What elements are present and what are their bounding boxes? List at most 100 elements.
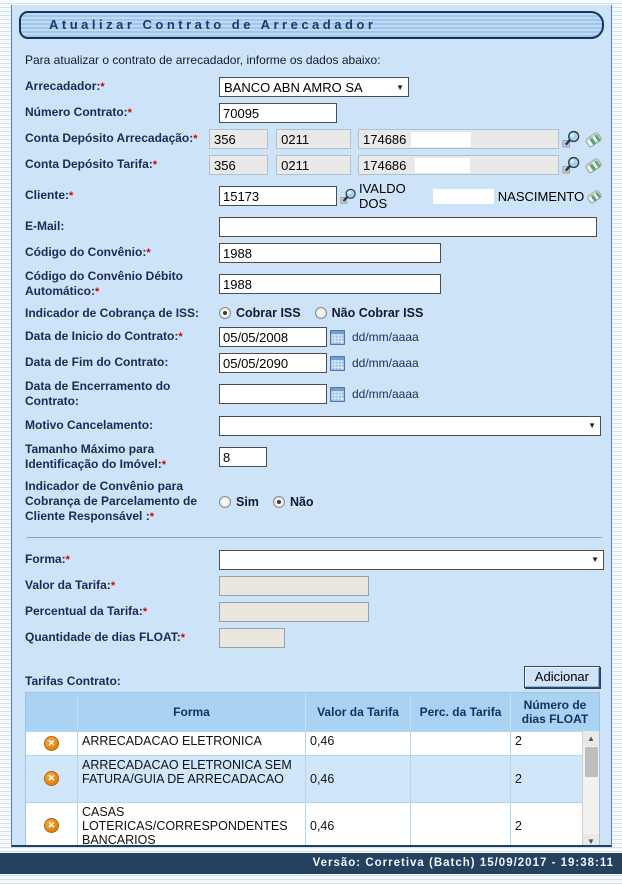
eraser-icon[interactable] [583, 156, 604, 175]
cell-valor: 0,46 [306, 755, 411, 802]
codigo-convenio-debito-input[interactable] [219, 274, 441, 294]
cliente-label: Cliente: [25, 188, 69, 202]
delete-row-icon[interactable]: ✕ [44, 818, 59, 833]
percentual-tarifa-label: Percentual da Tarifa: [25, 604, 143, 618]
cell-forma: ARRECADACAO ELETRONICA [78, 731, 306, 755]
delete-row-icon[interactable]: ✕ [44, 771, 59, 786]
arrecadador-selected-value: BANCO ABN AMRO SA [224, 80, 363, 95]
date-format-hint: dd/mm/aaaa [352, 356, 419, 370]
section-divider [27, 537, 602, 538]
form-row: Indicador de Cobrança de ISS: Cobrar ISS… [25, 306, 604, 321]
forma-select[interactable]: ▼ [219, 550, 604, 570]
required-star: * [150, 511, 154, 523]
chevron-down-icon: ▼ [396, 83, 404, 92]
radio-parcelamento-sim-label: Sim [236, 495, 259, 509]
codigo-convenio-input[interactable] [219, 243, 441, 263]
adicionar-button[interactable]: Adicionar [524, 666, 600, 688]
conta-arrecadacao-label: Conta Depósito Arrecadação: [25, 131, 193, 145]
forma-label: Forma: [25, 552, 66, 566]
conta-tarifa-agencia: 0211 [276, 155, 351, 175]
cell-perc [411, 755, 511, 802]
chevron-down-icon: ▼ [591, 555, 599, 564]
tamanho-maximo-label: Tamanho Máximo para Identificação do Imó… [25, 442, 162, 471]
data-inicio-input[interactable] [219, 327, 327, 347]
valor-tarifa-input [219, 576, 369, 596]
form-row: Arrecadador:* BANCO ABN AMRO SA ▼ [25, 77, 604, 97]
search-icon[interactable] [562, 156, 581, 175]
cliente-nome: IVALDO DOS [359, 181, 429, 211]
numero-contrato-input[interactable] [219, 103, 337, 123]
radio-parcelamento-nao-label: Não [290, 495, 314, 509]
motivo-cancelamento-label: Motivo Cancelamento: [25, 418, 153, 432]
radio-parcelamento-nao[interactable] [273, 496, 285, 508]
header-valor: Valor da Tarifa [306, 693, 411, 731]
required-star: * [69, 190, 73, 202]
radio-nao-cobrar-iss-label: Não Cobrar ISS [332, 306, 424, 320]
form-row: Motivo Cancelamento: ▼ [25, 416, 604, 436]
tarifas-table: Forma Valor da Tarifa Perc. da Tarifa Nú… [25, 692, 600, 847]
form-row: Código do Convênio Débito Automático:* [25, 269, 604, 300]
scroll-up-icon[interactable]: ▲ [583, 731, 599, 746]
codigo-convenio-debito-label: Código do Convênio Débito Automático: [25, 269, 183, 298]
required-star: * [66, 554, 70, 566]
delete-row-icon[interactable]: ✕ [44, 736, 59, 751]
parcelamento-label: Indicador de Convênio para Cobrança de P… [25, 479, 197, 524]
header-dias: Número de dias FLOAT [511, 693, 599, 731]
cell-forma: CASAS LOTERICAS/CORRESPONDENTES BANCARIO… [78, 802, 306, 847]
email-label: E-Mail: [25, 219, 64, 233]
data-fim-label: Data de Fim do Contrato: [25, 355, 168, 369]
conta-arrecadacao-agencia: 0211 [276, 129, 351, 149]
scrollbar-thumb[interactable] [585, 747, 598, 777]
data-inicio-label: Data de Inicio do Contrato: [25, 329, 178, 343]
radio-cobrar-iss[interactable] [219, 307, 231, 319]
data-fim-input[interactable] [219, 353, 327, 373]
form-row: Código do Convênio:* [25, 243, 604, 263]
scroll-down-icon[interactable]: ▼ [583, 834, 599, 847]
required-star: * [128, 107, 132, 119]
email-input[interactable] [219, 217, 597, 237]
dias-float-input [219, 628, 285, 648]
radio-parcelamento-sim[interactable] [219, 496, 231, 508]
search-icon[interactable] [340, 187, 357, 206]
tarifas-contrato-label: Tarifas Contrato: [25, 674, 121, 688]
table-header: Forma Valor da Tarifa Perc. da Tarifa Nú… [26, 693, 599, 731]
form-row: Valor da Tarifa:* [25, 576, 604, 596]
radio-nao-cobrar-iss[interactable] [315, 307, 327, 319]
table-scrollbar[interactable]: ▲ ▼ [582, 731, 599, 847]
required-star: * [111, 580, 115, 592]
form-row: Data de Fim do Contrato: dd/mm/aaaa [25, 353, 604, 373]
date-format-hint: dd/mm/aaaa [352, 387, 419, 401]
form-row: Cliente:* IVALDO DOS NASCIMENTO [25, 181, 604, 211]
table-row: ✕ CASAS LOTERICAS/CORRESPONDENTES BANCAR… [26, 802, 582, 847]
cliente-codigo-input[interactable] [219, 186, 337, 206]
required-star: * [143, 606, 147, 618]
required-star: * [153, 159, 157, 171]
required-star: * [162, 459, 166, 471]
radio-cobrar-iss-label: Cobrar ISS [236, 306, 301, 320]
search-icon[interactable] [562, 130, 581, 149]
motivo-cancelamento-select[interactable]: ▼ [219, 416, 601, 436]
eraser-icon[interactable] [583, 130, 604, 149]
data-encerramento-input[interactable] [219, 384, 327, 404]
form-row: Conta Depósito Arrecadação:* 356 0211 17… [25, 129, 604, 149]
tamanho-maximo-input[interactable] [219, 447, 267, 467]
arrecadador-select[interactable]: BANCO ABN AMRO SA ▼ [219, 77, 409, 97]
contract-form: Arrecadador:* BANCO ABN AMRO SA ▼ Número… [25, 77, 604, 648]
calendar-icon[interactable] [330, 356, 345, 371]
eraser-icon[interactable] [585, 187, 604, 206]
required-star: * [193, 133, 197, 145]
chevron-down-icon: ▼ [588, 421, 596, 430]
conta-tarifa-label: Conta Depósito Tarifa: [25, 157, 153, 171]
conta-tarifa-banco: 356 [209, 155, 268, 175]
cell-dias: 2 [511, 802, 582, 847]
form-row: Percentual da Tarifa:* [25, 602, 604, 622]
codigo-convenio-label: Código do Convênio: [25, 245, 146, 259]
redaction-box [411, 132, 471, 147]
cell-dias: 2 [511, 755, 582, 802]
form-row: E-Mail: [25, 217, 604, 237]
conta-arrecadacao-numero: 174686 [358, 129, 559, 149]
table-row: ✕ ARRECADACAO ELETRONICA SEM FATURA/GUIA… [26, 755, 582, 802]
percentual-tarifa-input [219, 602, 369, 622]
calendar-icon[interactable] [330, 387, 345, 402]
calendar-icon[interactable] [330, 330, 345, 345]
